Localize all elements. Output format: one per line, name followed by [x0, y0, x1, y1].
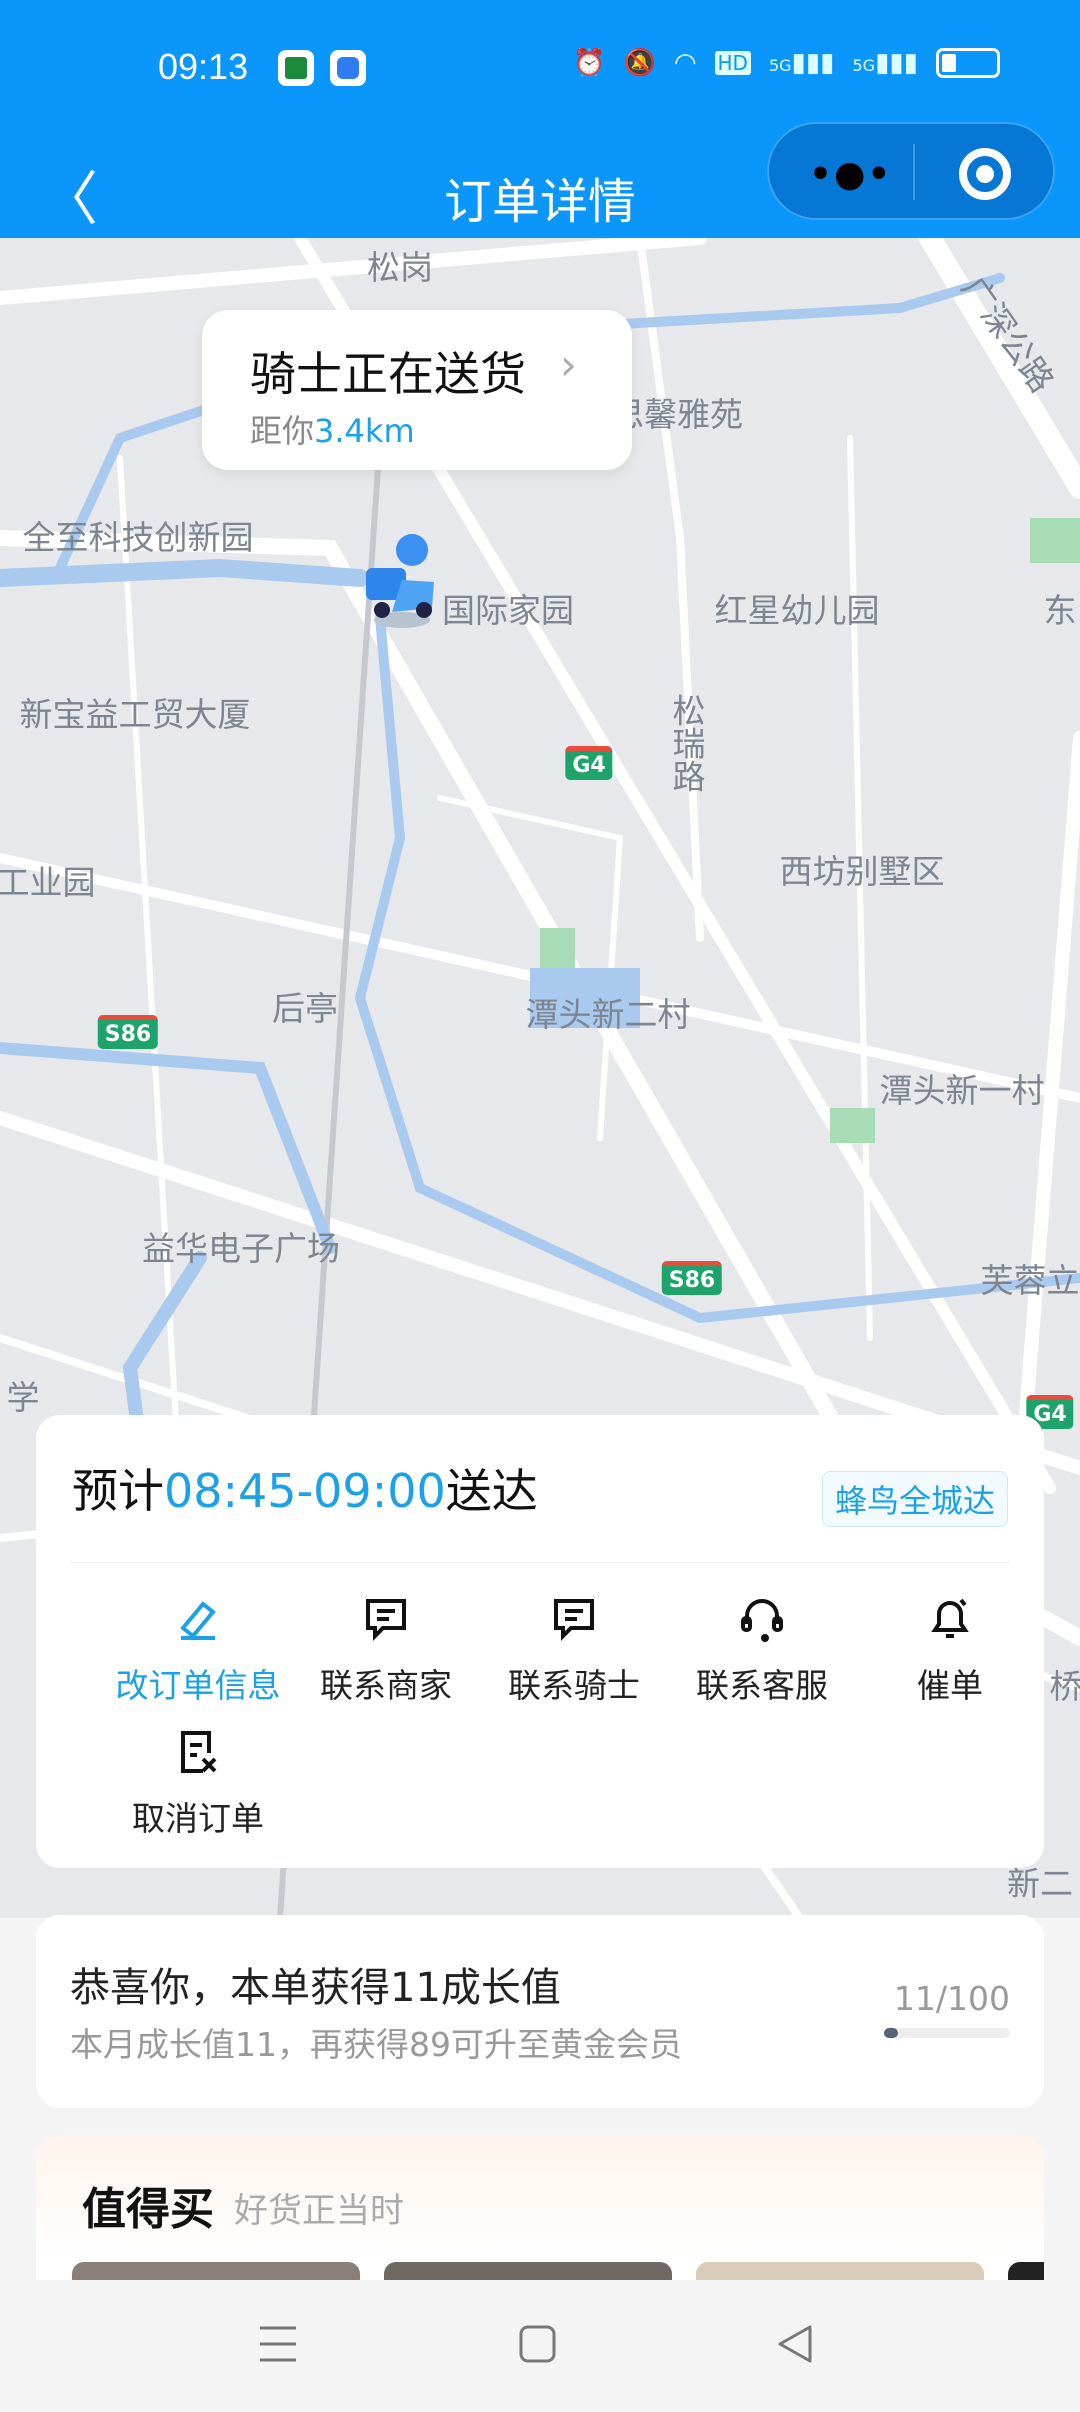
browser-app-icon: [330, 50, 366, 86]
map-label: 松瑞路: [667, 693, 706, 793]
rider-distance: 距你3.4km: [250, 412, 415, 450]
contact-service-button[interactable]: 联系客服: [672, 1587, 852, 1707]
delivery-card: 预计08:45-09:00送达 蜂鸟全城达 改订单信息 联系商家 联系骑士 联系…: [36, 1415, 1044, 1868]
battery-icon: [936, 48, 1000, 78]
menu-icon[interactable]: [258, 2322, 298, 2370]
capsule-divider: [913, 144, 915, 200]
cancel-order-icon: [108, 1720, 288, 1784]
cancel-order-button[interactable]: 取消订单: [108, 1720, 288, 1840]
divider: [70, 1562, 1010, 1563]
map-label: 学: [6, 1378, 40, 1417]
bell-icon: [860, 1587, 1040, 1651]
map-label: 桥: [1049, 1667, 1080, 1706]
growth-progress-bar: [884, 2028, 1010, 2038]
status-time: 09:13: [158, 46, 249, 87]
headset-icon: [672, 1587, 852, 1651]
growth-card[interactable]: 恭喜你，本单获得11成长值 本月成长值11，再获得89可升至黄金会员 11/10…: [36, 1915, 1044, 2108]
target-circle-icon[interactable]: [959, 148, 1011, 200]
recommend-title: 值得买: [82, 2184, 214, 2235]
growth-title: 恭喜你，本单获得11成长值: [70, 1965, 561, 2011]
contact-merchant-button[interactable]: 联系商家: [296, 1587, 476, 1707]
rider-status-title: 骑士正在送货: [250, 347, 526, 401]
mini-program-capsule: •●•: [767, 122, 1055, 220]
map-label: 松岗: [367, 248, 433, 287]
growth-progress-fill: [884, 2028, 898, 2038]
hd-icon: HD: [714, 51, 751, 75]
growth-count: 11/100: [893, 1979, 1010, 2018]
map-label: 西坊别墅区: [779, 852, 945, 891]
alarm-icon: ⏰: [573, 48, 606, 78]
map-label: 潭头新一村: [879, 1071, 1045, 1110]
edit-order-button[interactable]: 改订单信息: [108, 1587, 288, 1707]
growth-subtitle: 本月成长值11，再获得89可升至黄金会员: [70, 2025, 682, 2064]
map-label: 全至科技创新园: [22, 518, 254, 557]
map-label: 益华电子广场: [142, 1229, 340, 1268]
map-label: 国际家园: [442, 591, 574, 630]
more-dots-icon[interactable]: •●•: [809, 154, 892, 195]
chat-icon: [296, 1587, 476, 1651]
status-bar: 09:13 ⏰ 🔕 ◠ HD 5G▮▮▮ 5G▮▮▮: [0, 0, 1080, 140]
road-badge: S86: [661, 1261, 723, 1295]
chat-icon: [484, 1587, 664, 1651]
contact-rider-button[interactable]: 联系骑士: [484, 1587, 664, 1707]
map-label: 东: [1043, 591, 1077, 630]
5g-signal-icon: 5G▮▮▮: [768, 48, 835, 78]
road-badge: G4: [565, 746, 613, 780]
map-label: 红星幼儿园: [714, 591, 880, 630]
road-badge: S86: [97, 1015, 159, 1049]
rider-status-bubble[interactable]: 骑士正在送货 › 距你3.4km: [202, 310, 632, 470]
status-icons: ⏰ 🔕 ◠ HD 5G▮▮▮ 5G▮▮▮: [573, 48, 1000, 78]
pencil-edit-icon: [108, 1587, 288, 1651]
5g-signal-icon: 5G▮▮▮: [852, 48, 918, 78]
urge-order-button[interactable]: 催单: [860, 1587, 1040, 1707]
home-square-icon[interactable]: [518, 2322, 558, 2370]
rider-scooter-icon: [366, 534, 434, 628]
map-label: 潭头新二村: [525, 995, 691, 1034]
service-tag: 蜂鸟全城达: [821, 1471, 1008, 1527]
map-label: 工业园: [0, 863, 96, 902]
recommend-subtitle: 好货正当时: [234, 2191, 404, 2231]
wifi-icon: ◠: [673, 48, 697, 78]
mute-icon: 🔕: [623, 48, 656, 78]
back-triangle-icon[interactable]: [776, 2322, 816, 2370]
map-label: 新宝益工贸大厦: [19, 695, 251, 734]
china-post-app-icon: [278, 50, 314, 86]
system-nav-bar: [0, 2280, 1080, 2412]
eta-text: 预计08:45-09:00送达: [72, 1464, 538, 1518]
map-label: 芙蓉立: [980, 1261, 1080, 1300]
chevron-right-icon: ›: [560, 340, 577, 389]
map-label: 后亭: [272, 989, 338, 1028]
